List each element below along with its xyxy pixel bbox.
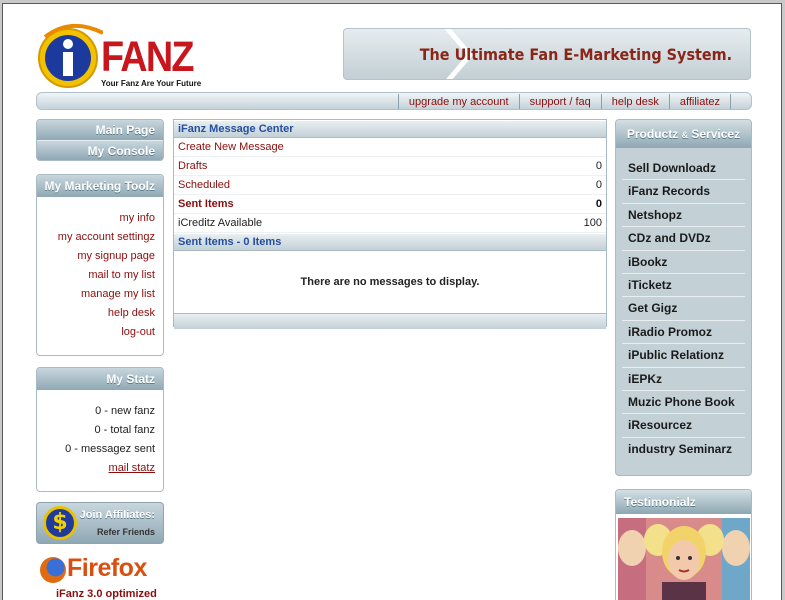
firefox-icon	[40, 557, 66, 583]
empty-messages-text: There are no messages to display.	[300, 276, 480, 288]
product-sell-downloadz[interactable]: Sell Downloadz	[622, 157, 745, 181]
message-center-title: iFanz Message Center	[174, 120, 606, 138]
stat-new-fanz: 0 - new fanz	[95, 405, 155, 417]
productz-title: Productz & Servicez	[616, 120, 751, 148]
product-iresourcez[interactable]: iResourcez	[622, 414, 745, 438]
main-page-button[interactable]: Main Page	[37, 120, 163, 140]
create-new-message-link[interactable]: Create New Message	[178, 138, 284, 156]
affiliates-subtitle: Refer Friends	[96, 527, 155, 537]
sent-items-count: 0	[595, 198, 602, 210]
log-out-link[interactable]: log-out	[121, 326, 155, 338]
message-center-panel: iFanz Message Center Create New Message …	[173, 119, 607, 329]
scheduled-row[interactable]: Scheduled 0	[174, 176, 606, 195]
testimonialz-title: Testimonialz	[616, 490, 751, 514]
my-statz-box: My Statz 0 - new fanz 0 - total fanz 0 -…	[36, 367, 164, 492]
firefox-name: Firefox	[67, 554, 147, 582]
join-affiliates-button[interactable]: $ Join Affiliates: Refer Friends	[36, 502, 164, 544]
sent-items-link[interactable]: Sent Items	[178, 195, 234, 213]
drafts-count: 0	[595, 160, 602, 172]
product-iradio-promoz[interactable]: iRadio Promoz	[622, 321, 745, 345]
top-navigation-bar: upgrade my account support / faq help de…	[36, 92, 752, 110]
stat-messagez-sent: 0 - messagez sent	[65, 443, 155, 455]
product-industry-seminarz[interactable]: industry Seminarz	[622, 438, 745, 461]
product-ibookz[interactable]: iBookz	[622, 251, 745, 274]
banner-slogan: The Ultimate Fan E-Marketing System.	[419, 45, 732, 64]
marketing-toolz-box: My Marketing Toolz my info my account se…	[36, 174, 164, 356]
firefox-badge[interactable]: Firefox iFanz 3.0 optimized	[38, 554, 163, 600]
productz-servicez-box: Productz & Servicez Sell Downloadz iFanz…	[615, 119, 752, 476]
sent-items-row[interactable]: Sent Items 0	[174, 195, 606, 214]
productz-title-part1: Productz	[626, 127, 679, 141]
product-muzic-phone-book[interactable]: Muzic Phone Book	[622, 391, 745, 415]
productz-title-amp: &	[681, 130, 689, 140]
scheduled-link[interactable]: Scheduled	[178, 176, 230, 194]
testimonialz-box: Testimonialz	[615, 489, 752, 600]
header-banner: The Ultimate Fan E-Marketing System.	[343, 28, 751, 80]
sent-items-section-title: Sent Items - 0 Items	[174, 233, 606, 251]
ifanz-logo[interactable]: FANZ Your Fanz Are Your Future	[37, 21, 201, 93]
browser-page: FANZ Your Fanz Are Your Future The Ultim…	[2, 3, 782, 600]
drafts-row[interactable]: Drafts 0	[174, 157, 606, 176]
productz-title-part2: Servicez	[691, 127, 741, 141]
logo-text: FANZ	[101, 33, 195, 81]
message-center-footer	[174, 313, 606, 329]
icreditz-value: 100	[583, 217, 602, 229]
product-ifanz-records[interactable]: iFanz Records	[622, 180, 745, 204]
affiliates-title: Join Affiliates:	[79, 509, 155, 521]
nav-help-desk-link[interactable]: help desk	[600, 94, 669, 109]
my-info-link[interactable]: my info	[120, 212, 155, 224]
product-get-gigz[interactable]: Get Gigz	[622, 297, 745, 321]
icreditz-label: iCreditz Available	[178, 217, 263, 229]
my-signup-page-link[interactable]: my signup page	[77, 250, 155, 262]
my-account-settingz-link[interactable]: my account settingz	[58, 231, 155, 243]
nav-support-faq-link[interactable]: support / faq	[518, 94, 601, 109]
stat-total-fanz: 0 - total fanz	[94, 424, 155, 436]
marketing-toolz-title: My Marketing Toolz	[37, 175, 163, 197]
dollar-coin-icon: $	[43, 506, 77, 540]
main-navigation-box: Main Page My Console	[36, 119, 164, 161]
product-iticketz[interactable]: iTicketz	[622, 274, 745, 298]
drafts-link[interactable]: Drafts	[178, 157, 207, 175]
mail-to-my-list-link[interactable]: mail to my list	[88, 269, 155, 281]
mail-statz-link[interactable]: mail statz	[109, 462, 155, 474]
product-ipublic-relationz[interactable]: iPublic Relationz	[622, 344, 745, 368]
nav-upgrade-account-link[interactable]: upgrade my account	[397, 94, 519, 109]
product-netshopz[interactable]: Netshopz	[622, 204, 745, 228]
my-statz-title: My Statz	[37, 368, 163, 390]
help-desk-link[interactable]: help desk	[108, 307, 155, 319]
product-iepkz[interactable]: iEPKz	[622, 368, 745, 391]
scheduled-count: 0	[595, 179, 602, 191]
manage-my-list-link[interactable]: manage my list	[81, 288, 155, 300]
testimonial-portrait-icon	[618, 518, 750, 600]
my-console-button[interactable]: My Console	[37, 140, 163, 160]
testimonial-image[interactable]	[618, 518, 750, 600]
firefox-subtitle: iFanz 3.0 optimized	[56, 588, 157, 600]
logo-tagline: Your Fanz Are Your Future	[101, 79, 202, 88]
icreditz-row: iCreditz Available 100	[174, 214, 606, 233]
nav-affiliatez-link[interactable]: affiliatez	[668, 94, 731, 109]
product-cdz-dvdz[interactable]: CDz and DVDz	[622, 227, 745, 251]
ifanz-logo-icon	[38, 23, 103, 88]
